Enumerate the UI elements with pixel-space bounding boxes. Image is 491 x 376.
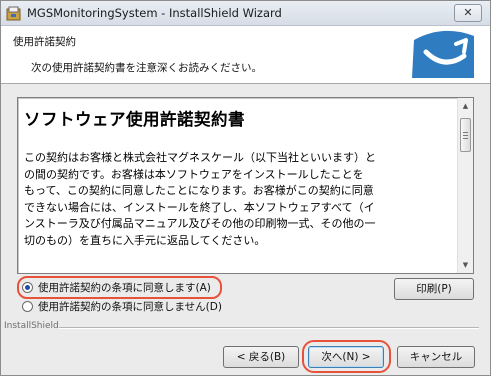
license-line: この契約はお客様と株式会社マグネスケール（以下当社といいます）と: [24, 151, 376, 164]
license-line: もって、この契約に同意したことになります。お客様がこの契約に同意: [24, 184, 374, 197]
installshield-brand: InstallShield: [4, 321, 59, 331]
license-title: ソフトウェア使用許諾契約書: [24, 110, 245, 129]
page-subtitle: 次の使用許諾契約書を注意深くお読みください。: [31, 62, 262, 74]
license-line: の間の契約です。お客様は本ソフトウェアをインストールしたことを: [24, 167, 364, 181]
page-title: 使用許諾契約: [13, 36, 76, 48]
decline-label[interactable]: 使用許諾契約の条項に同意しません(D): [38, 299, 222, 314]
license-line: 切のもの）を直ちに入手元に返品してください。: [24, 233, 266, 247]
accept-highlight-annotation: [17, 276, 222, 299]
wizard-header: 使用許諾契約 次の使用許諾契約書を注意深くお読みください。: [1, 26, 490, 84]
scroll-up-arrow-icon[interactable]: ▲: [458, 98, 473, 114]
grip-line: [463, 135, 468, 136]
close-button[interactable]: ✕: [454, 4, 482, 22]
grip-line: [463, 138, 468, 139]
footer-divider: [59, 327, 479, 329]
window-title: MGSMonitoringSystem - InstallShield Wiza…: [27, 6, 282, 20]
vertical-scrollbar[interactable]: ▲ ▼: [457, 98, 473, 273]
installer-app-icon: [6, 6, 21, 21]
back-button[interactable]: < 戻る(B): [223, 346, 299, 368]
title-bar[interactable]: MGSMonitoringSystem - InstallShield Wiza…: [1, 1, 490, 26]
next-highlight-annotation: [302, 340, 391, 373]
decline-option[interactable]: 使用許諾契約の条項に同意しません(D): [22, 298, 222, 314]
license-body: この契約はお客様と株式会社マグネスケール（以下当社といいます）と の間の契約です…: [24, 150, 452, 249]
installer-window: MGSMonitoringSystem - InstallShield Wiza…: [0, 0, 491, 376]
scroll-down-arrow-icon[interactable]: ▼: [458, 257, 473, 273]
scroll-thumb[interactable]: [460, 118, 471, 152]
print-button[interactable]: 印刷(P): [394, 278, 474, 300]
license-line: できない場合には、インストールを終了し、本ソフトウェアすべて（イ: [24, 200, 375, 214]
installshield-swoosh-icon: [412, 30, 474, 78]
cancel-button[interactable]: キャンセル: [397, 346, 475, 368]
grip-line: [463, 132, 468, 133]
close-icon: ✕: [463, 6, 473, 19]
decline-radio[interactable]: [22, 300, 33, 312]
license-text-box[interactable]: ソフトウェア使用許諾契約書 この契約はお客様と株式会社マグネスケール（以下当社と…: [17, 97, 474, 274]
license-line: ンストーラ及び付属品マニュアル及びその他の印刷物一式、その他の一: [24, 217, 376, 230]
